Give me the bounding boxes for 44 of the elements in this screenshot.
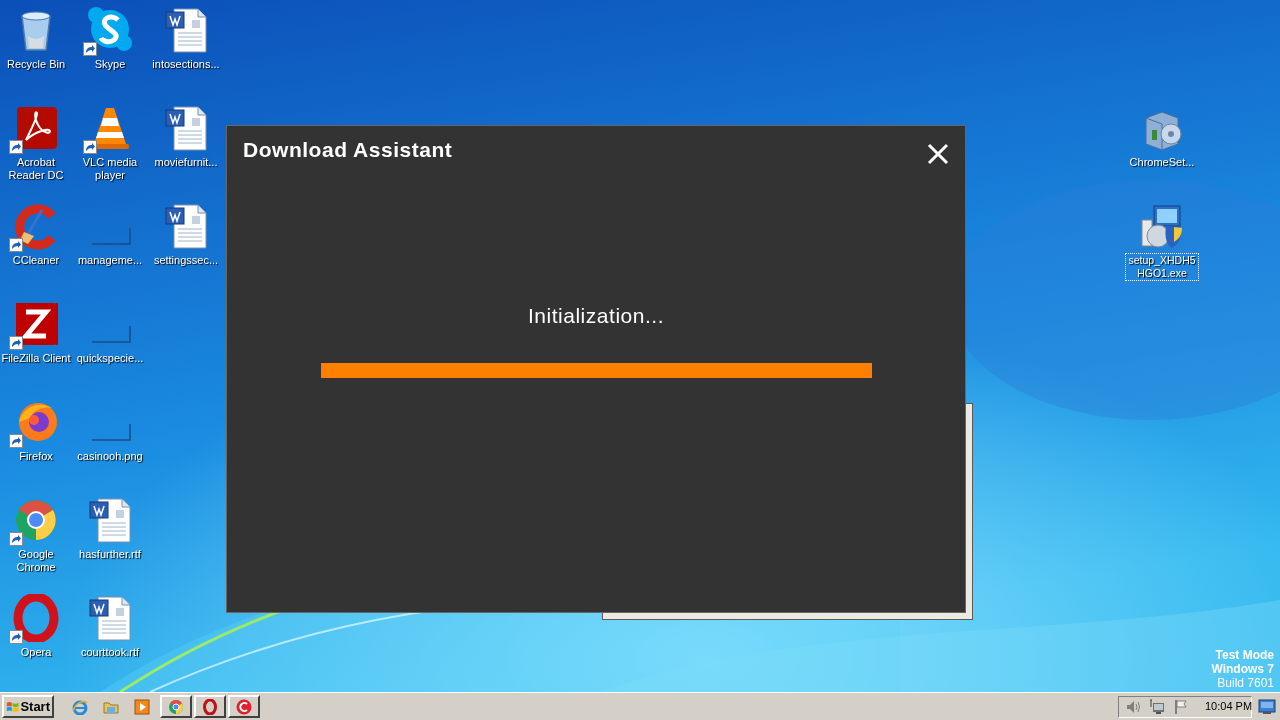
show-desktop-icon[interactable] bbox=[1258, 698, 1276, 715]
network-icon[interactable] bbox=[1149, 698, 1165, 715]
icon-label[interactable]: setup_XHDH5HGO1.exe bbox=[1125, 253, 1199, 281]
os-notice-line: Test Mode bbox=[1215, 648, 1274, 662]
document-icon[interactable] bbox=[86, 594, 134, 642]
media-player-icon[interactable] bbox=[134, 698, 150, 715]
close-icon[interactable] bbox=[927, 142, 949, 165]
c-circle-icon bbox=[236, 698, 252, 715]
taskbar-button[interactable] bbox=[228, 695, 260, 718]
document-icon[interactable] bbox=[162, 202, 210, 250]
icon-label[interactable]: VLC media player bbox=[73, 155, 147, 183]
chat-cloud-icon[interactable] bbox=[86, 6, 134, 54]
document-icon[interactable] bbox=[162, 104, 210, 152]
icon-label[interactable]: CCleaner bbox=[10, 253, 62, 268]
status-text: Initialization... bbox=[527, 302, 665, 329]
icon-label[interactable]: quickspecie... bbox=[74, 351, 146, 366]
icon-label[interactable]: Skype bbox=[92, 57, 128, 72]
dialog-title: Download Assistant bbox=[243, 137, 453, 163]
ring-icon[interactable] bbox=[12, 594, 60, 642]
icon-label[interactable]: Google Chrome bbox=[0, 547, 73, 575]
os-notice-line: Windows 7 bbox=[1211, 662, 1274, 676]
flag-icon[interactable] bbox=[1173, 698, 1189, 715]
taskbar-button[interactable] bbox=[194, 695, 226, 718]
ring-icon bbox=[202, 698, 218, 715]
icon-label[interactable]: ChromeSet... bbox=[1127, 155, 1197, 170]
icon-label[interactable]: casinooh.png bbox=[75, 449, 145, 464]
icon-label[interactable]: Acrobat Reader DC bbox=[0, 155, 73, 183]
document-icon[interactable] bbox=[162, 6, 210, 54]
icon-label[interactable]: intosections... bbox=[150, 57, 222, 72]
browser-circle-icon bbox=[168, 698, 184, 715]
icon-label[interactable]: settingssec... bbox=[151, 253, 221, 268]
icon-label[interactable]: Recycle Bin bbox=[4, 57, 68, 72]
icon-label[interactable]: courttook.rtf bbox=[78, 645, 142, 660]
clock[interactable]: 10:04 PM bbox=[1205, 698, 1253, 715]
icon-label[interactable]: Opera bbox=[18, 645, 54, 660]
icon-label[interactable]: manageme... bbox=[75, 253, 145, 268]
icon-label[interactable]: moviefurnit... bbox=[152, 155, 220, 170]
taskbar-button[interactable] bbox=[160, 695, 192, 718]
icon-label[interactable]: hasfurther.rtf bbox=[77, 547, 143, 562]
os-notice-line: Build 7601 bbox=[1217, 676, 1274, 690]
icon-label[interactable]: FileZilla Client bbox=[0, 351, 73, 366]
icon-label[interactable]: Firefox bbox=[17, 449, 55, 464]
document-icon[interactable] bbox=[86, 496, 134, 544]
start-button[interactable]: Start bbox=[2, 695, 54, 718]
